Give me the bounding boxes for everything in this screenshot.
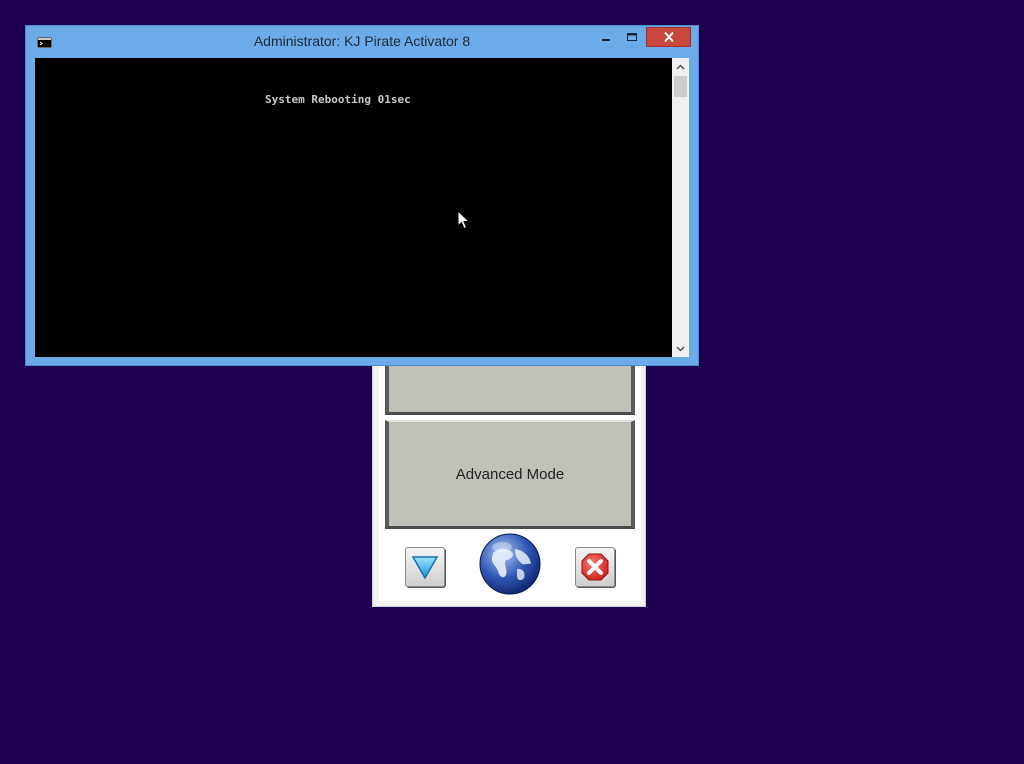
chevron-up-icon: [676, 63, 685, 70]
activator-panel: Advanced Mode: [372, 356, 646, 607]
maximize-icon: [627, 33, 637, 41]
activator-panel-body: Advanced Mode: [379, 357, 641, 601]
maximize-button[interactable]: [619, 27, 645, 47]
scroll-thumb[interactable]: [674, 76, 687, 97]
advanced-mode-label: Advanced Mode: [455, 465, 565, 483]
minimize-icon: [602, 39, 610, 41]
globe-icon[interactable]: [479, 533, 541, 595]
close-icon: [663, 31, 674, 43]
close-button[interactable]: [646, 27, 691, 47]
advanced-mode-button[interactable]: Advanced Mode: [385, 420, 635, 529]
close-icon: [581, 553, 609, 581]
mouse-cursor-icon: [457, 210, 471, 230]
vertical-scrollbar[interactable]: [672, 58, 689, 357]
scroll-down-button[interactable]: [672, 340, 689, 357]
chevron-down-icon: [676, 345, 685, 352]
console-line: System Rebooting 01sec: [265, 93, 411, 106]
console-output[interactable]: System Rebooting 01sec: [35, 58, 672, 357]
scroll-up-button[interactable]: [672, 58, 689, 75]
exit-button[interactable]: [575, 547, 615, 587]
arrow-down-button[interactable]: [405, 547, 445, 587]
desktop: Advanced Mode Administrator: KJ Pirate A…: [0, 0, 1024, 764]
title-bar[interactable]: Administrator: KJ Pirate Activator 8: [26, 26, 698, 57]
arrow-down-icon: [411, 556, 439, 580]
minimize-button[interactable]: [593, 27, 619, 47]
console-window[interactable]: Administrator: KJ Pirate Activator 8 Sys…: [25, 25, 699, 366]
